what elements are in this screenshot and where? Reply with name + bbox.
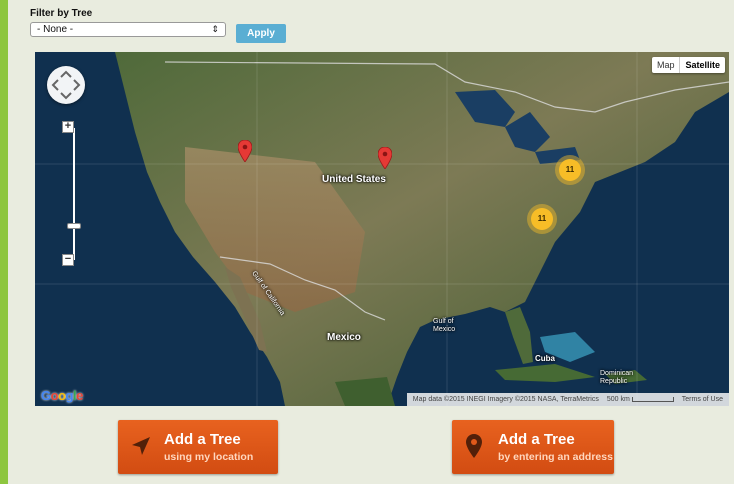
zoom-in-button[interactable]: + xyxy=(62,121,74,133)
location-pin-icon xyxy=(466,434,482,458)
map-cluster-marker[interactable]: 11 xyxy=(559,159,581,181)
map-label-united-states: United States xyxy=(322,174,386,185)
terms-of-use-link[interactable]: Terms of Use xyxy=(682,396,723,403)
add-tree-location-title: Add a Tree xyxy=(164,431,241,448)
pan-arrows-icon xyxy=(51,70,81,100)
select-arrows-icon: ⇕ xyxy=(211,24,219,34)
apply-button[interactable]: Apply xyxy=(236,24,286,43)
pan-control[interactable] xyxy=(47,66,85,104)
tree-filter-select[interactable]: - None - ⇕ xyxy=(30,22,226,37)
google-logo: Google xyxy=(41,388,83,403)
navigation-arrow-icon xyxy=(132,437,150,455)
filter-label: Filter by Tree xyxy=(30,8,93,19)
map-label-dominican: Dominican Republic xyxy=(600,370,634,385)
zoom-slider-track[interactable] xyxy=(73,128,75,260)
map-scale-label: 500 km xyxy=(606,396,630,403)
map-pin-icon[interactable] xyxy=(238,140,252,162)
zoom-slider-handle[interactable] xyxy=(67,223,81,229)
add-tree-address-subtitle: by entering an address xyxy=(498,451,613,463)
map-pin-icon[interactable] xyxy=(378,147,392,169)
add-tree-address-title: Add a Tree xyxy=(498,431,575,448)
add-tree-address-button[interactable]: Add a Tree by entering an address xyxy=(452,420,614,474)
map-scale-bar xyxy=(631,396,674,402)
map-type-control: Map Satellite xyxy=(651,57,725,73)
map-label-mexico: Mexico xyxy=(327,332,361,343)
map-label-gulf: Gulf of Mexico xyxy=(433,318,456,333)
page-panel: Filter by Tree - None - ⇕ Apply Map Sate… xyxy=(8,0,734,484)
map-attribution: Map data ©2015 INEGI Imagery ©2015 NASA,… xyxy=(406,393,729,406)
add-tree-location-subtitle: using my location xyxy=(164,451,254,463)
zoom-out-button[interactable]: − xyxy=(62,254,74,266)
map-label-cuba: Cuba xyxy=(535,354,555,363)
map-data-credit: Map data ©2015 INEGI Imagery ©2015 NASA,… xyxy=(412,396,599,403)
tree-filter-value: - None - xyxy=(37,24,74,35)
satellite-imagery xyxy=(35,52,729,406)
map-type-satellite[interactable]: Satellite xyxy=(679,57,725,73)
add-tree-location-button[interactable]: Add a Tree using my location xyxy=(118,420,278,474)
map-scale: 500 km xyxy=(607,396,674,403)
map-view[interactable]: Map Satellite + − United States Mexico G… xyxy=(35,52,729,406)
map-cluster-marker[interactable]: 11 xyxy=(531,208,553,230)
map-type-map[interactable]: Map xyxy=(652,57,680,73)
